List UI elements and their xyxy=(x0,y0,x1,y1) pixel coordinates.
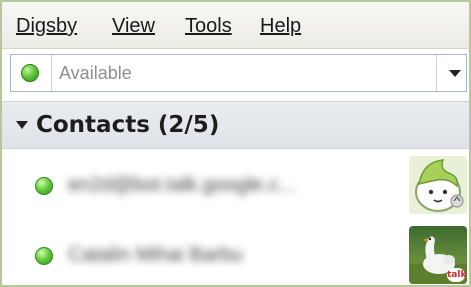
talk-badge: talk xyxy=(447,268,467,282)
menu-view[interactable]: View xyxy=(112,14,155,38)
menu-digsby-label: Digsby xyxy=(16,15,78,37)
menu-help[interactable]: Help xyxy=(260,14,301,38)
status-available-icon[interactable] xyxy=(21,64,39,82)
menu-help-label: Help xyxy=(260,15,302,37)
contact-row[interactable]: Catalin Mihai Barbu talk xyxy=(2,224,469,285)
status-message-input[interactable] xyxy=(59,59,429,87)
menu-digsby[interactable]: Digsby xyxy=(16,14,77,38)
online-status-icon xyxy=(35,177,53,195)
contact-name: Catalin Mihai Barbu xyxy=(68,244,243,266)
cartoon-avatar-icon xyxy=(409,156,467,214)
menu-tools-label: Tools xyxy=(185,15,232,37)
status-selector[interactable] xyxy=(10,54,467,92)
contact-row[interactable]: en2d@bot.talk.google.c... xyxy=(2,154,469,216)
status-dropdown-divider xyxy=(436,55,437,91)
contacts-group-title: Contacts (2/5) xyxy=(36,112,220,138)
contacts-group-header[interactable]: Contacts (2/5) xyxy=(2,101,469,149)
menu-tools[interactable]: Tools xyxy=(185,14,232,38)
online-status-icon xyxy=(35,247,53,265)
menu-view-label: View xyxy=(112,15,155,37)
chevron-down-icon[interactable] xyxy=(449,70,461,77)
digsby-buddy-list-window: Digsby View Tools Help Contacts (2/5) en… xyxy=(0,0,471,287)
goose-photo-avatar-icon: talk xyxy=(409,226,467,284)
status-divider xyxy=(51,55,52,91)
menu-bar: Digsby View Tools Help xyxy=(2,2,469,49)
contact-name: en2d@bot.talk.google.c... xyxy=(68,174,296,196)
expand-triangle-icon[interactable] xyxy=(16,121,28,129)
